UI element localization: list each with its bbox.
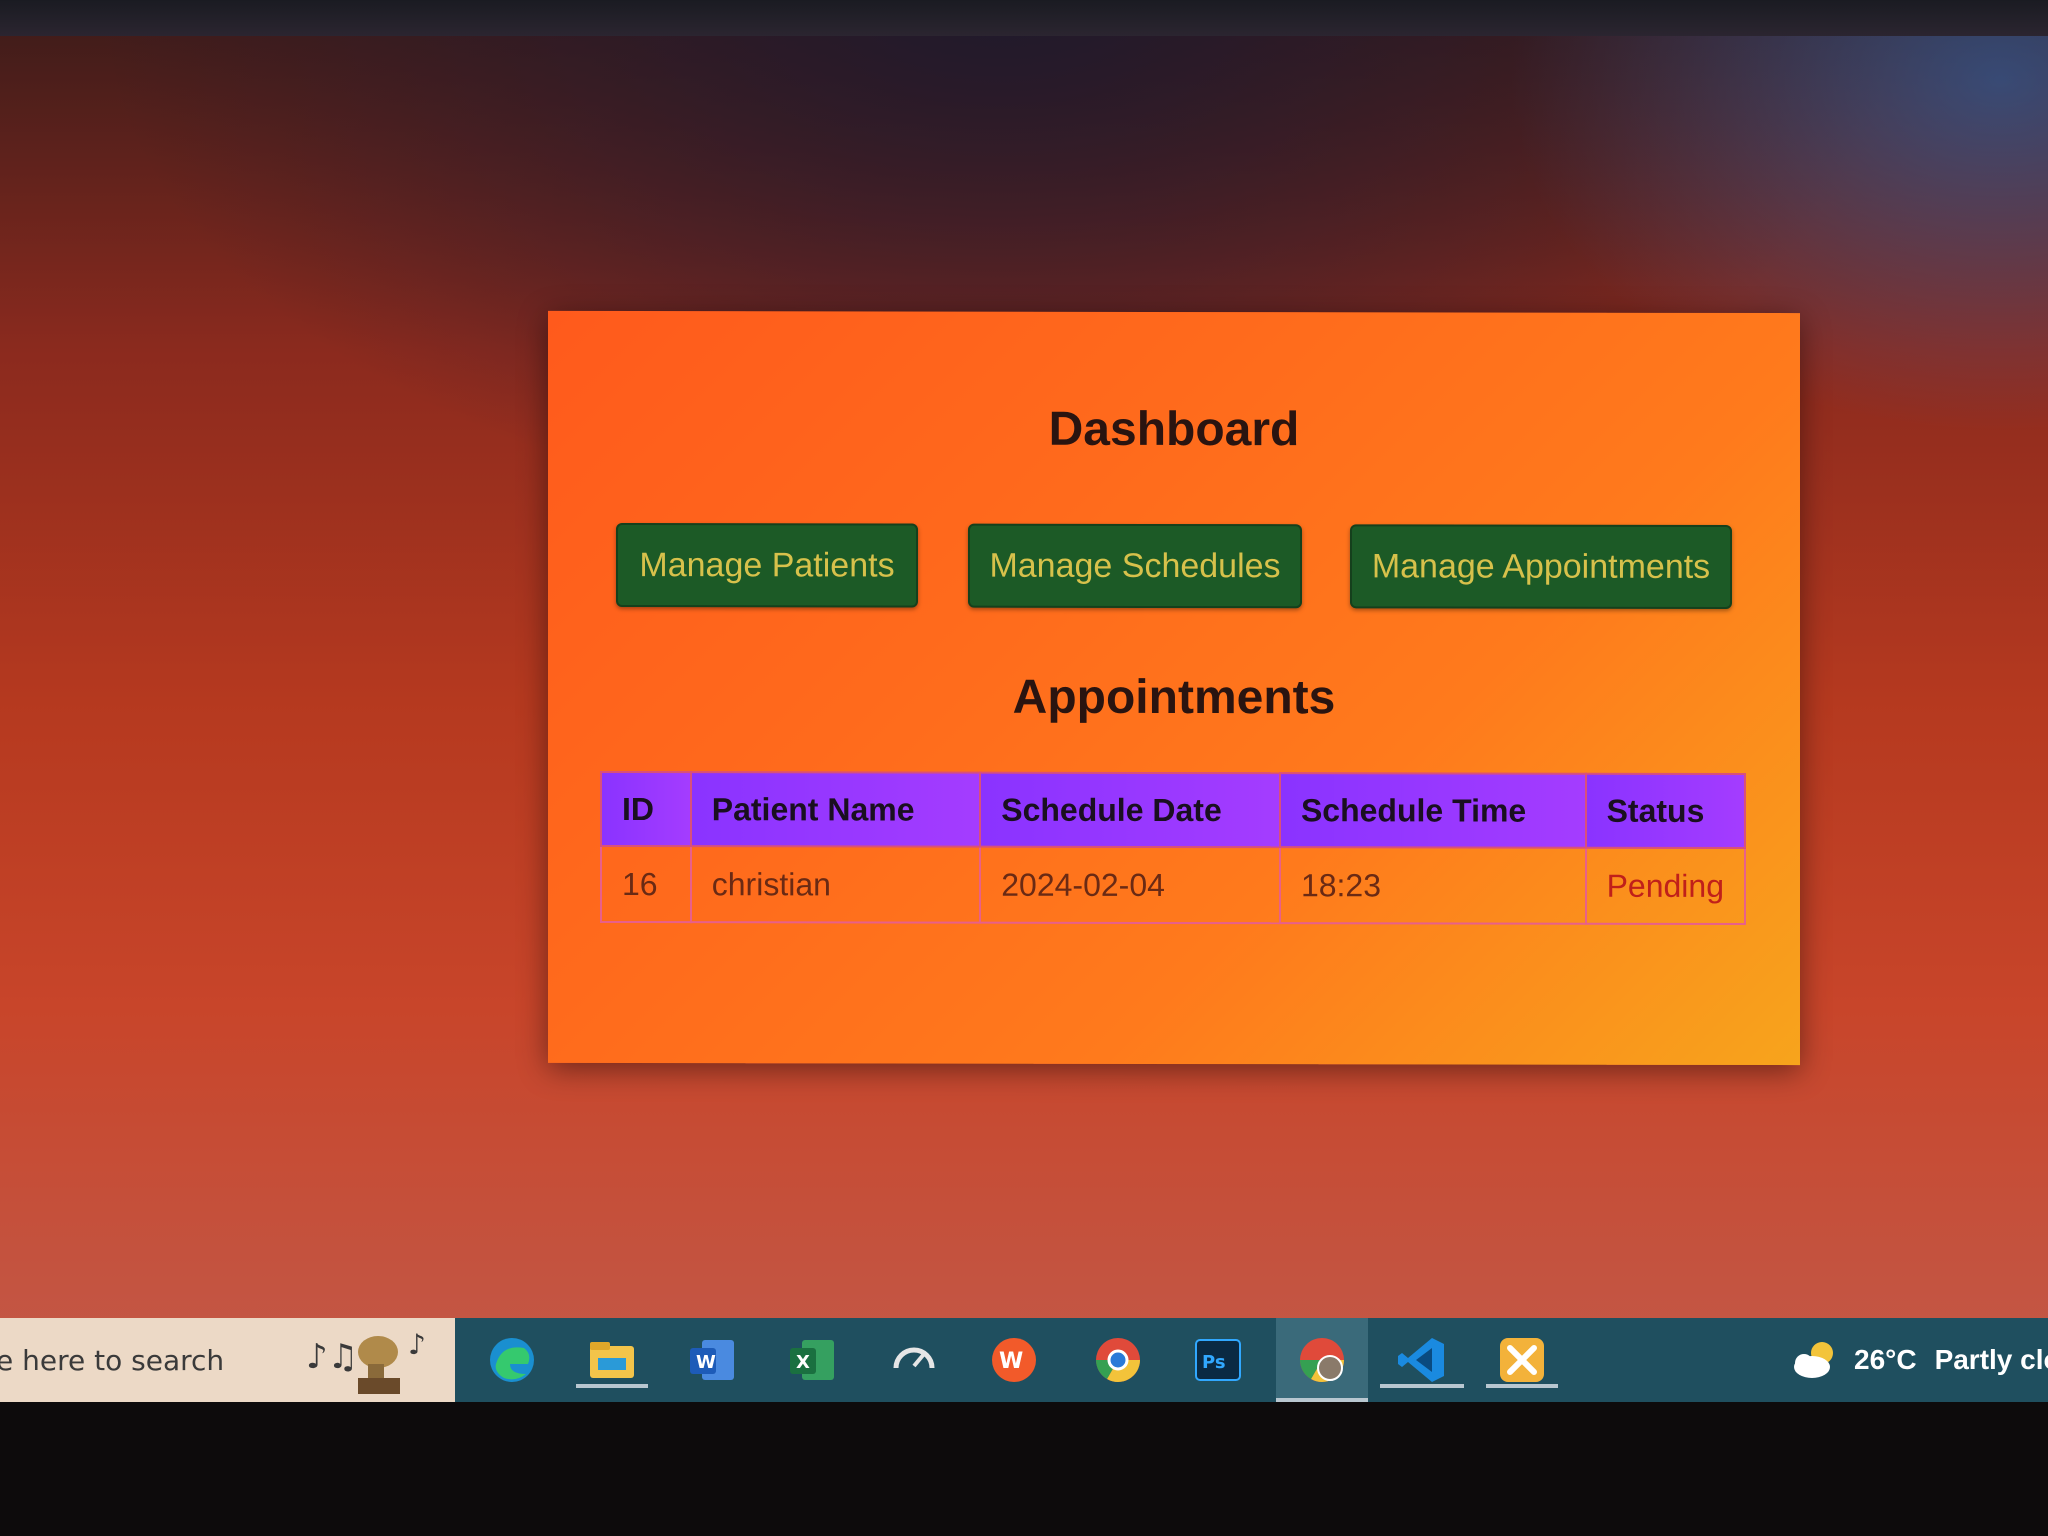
speedometer-icon[interactable] (886, 1332, 942, 1388)
browser-top-edge (0, 0, 2048, 36)
search-placeholder: e here to search (0, 1343, 225, 1377)
appointments-heading: Appointments (1012, 670, 1336, 725)
file-explorer-icon[interactable] (576, 1332, 648, 1388)
taskbar-search-box[interactable]: e here to search ♪♫ ♪ (0, 1318, 455, 1402)
cell-status: Pending (1585, 847, 1745, 924)
manage-appointments-button[interactable]: Manage Appointments (1350, 524, 1732, 609)
wps-office-icon[interactable]: W (986, 1332, 1042, 1388)
chrome-icon[interactable] (1090, 1332, 1146, 1388)
gramophone-icon: ♪♫ ♪ (306, 1328, 426, 1394)
column-header-schedule-date: Schedule Date (980, 772, 1280, 848)
svg-text:♪♫: ♪♫ (306, 1337, 358, 1377)
column-header-id: ID (601, 771, 691, 847)
active-indicator (1486, 1384, 1558, 1388)
manage-patients-button[interactable]: Manage Patients (616, 523, 918, 608)
word-icon[interactable]: W (684, 1332, 740, 1388)
appointments-table: ID Patient Name Schedule Date Schedule T… (600, 771, 1746, 925)
cell-patient-name: christian (690, 846, 981, 923)
column-header-status: Status (1585, 773, 1745, 848)
excel-icon[interactable]: X (784, 1332, 840, 1388)
active-indicator (576, 1384, 648, 1388)
cell-schedule-date: 2024-02-04 (980, 846, 1280, 924)
svg-text:W: W (696, 1352, 716, 1373)
cell-schedule-time: 18:23 (1279, 847, 1586, 924)
active-indicator (1380, 1384, 1464, 1388)
dashboard-panel: Dashboard Manage Patients Manage Schedul… (548, 310, 1800, 1066)
column-header-patient-name: Patient Name (690, 772, 981, 847)
desktop-screen: Dashboard Manage Patients Manage Schedul… (0, 0, 2048, 1402)
svg-text:♪: ♪ (408, 1328, 426, 1361)
table-row: 16 christian 2024-02-04 18:23 Pending (601, 845, 1745, 924)
weather-condition: Partly clo (1934, 1344, 2048, 1375)
svg-text:X: X (796, 1352, 810, 1373)
partly-cloudy-icon (1794, 1342, 1833, 1378)
weather-temperature: 26°C (1854, 1344, 1917, 1375)
svg-text:Ps: Ps (1202, 1352, 1226, 1373)
photoshop-icon[interactable]: Ps (1190, 1332, 1246, 1388)
svg-text:W: W (999, 1349, 1023, 1374)
active-indicator (1276, 1398, 1368, 1402)
page-title: Dashboard (1048, 402, 1300, 457)
weather-widget[interactable]: 26°C Partly clo (1790, 1318, 2048, 1402)
cell-id: 16 (601, 845, 691, 923)
manage-schedules-button[interactable]: Manage Schedules (968, 523, 1302, 609)
column-header-schedule-time: Schedule Time (1279, 773, 1586, 848)
vscode-icon[interactable] (1380, 1332, 1464, 1388)
edge-icon[interactable] (484, 1332, 540, 1388)
table-header-row: ID Patient Name Schedule Date Schedule T… (601, 771, 1745, 848)
xampp-icon[interactable] (1486, 1332, 1558, 1388)
windows-taskbar: e here to search ♪♫ ♪ W X W Ps 26°C Part… (0, 1318, 2048, 1402)
chrome-profile-icon[interactable] (1276, 1318, 1368, 1402)
